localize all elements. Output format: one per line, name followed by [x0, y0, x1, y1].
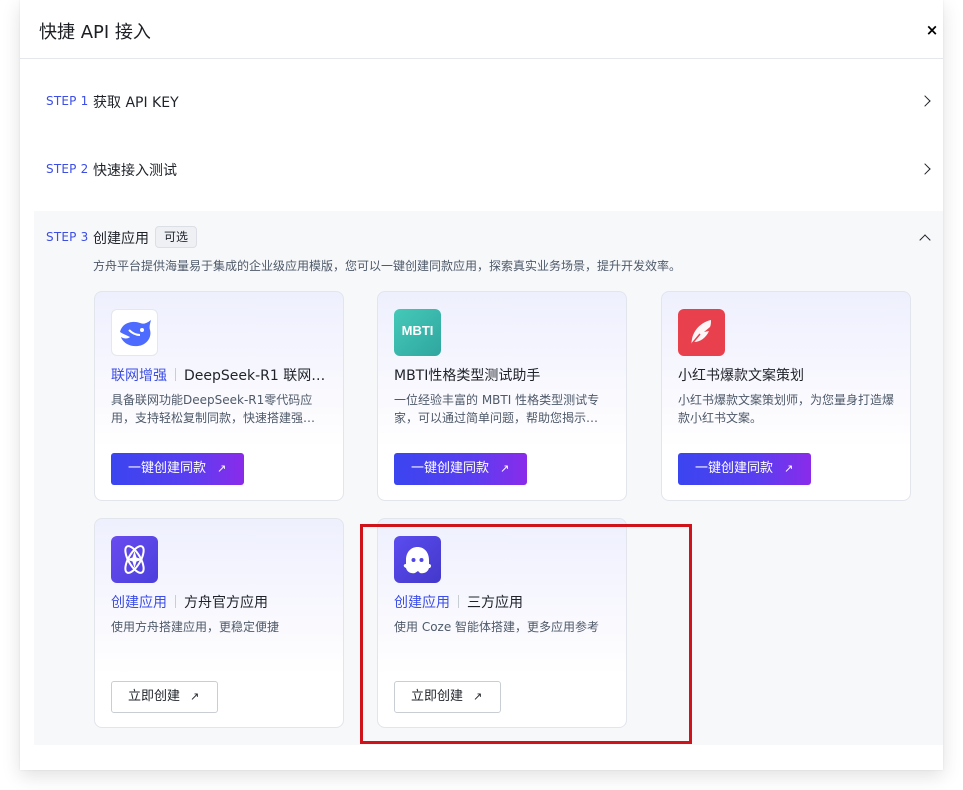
step-3-panel: STEP 3 创建应用 可选 方舟平台提供海量易于集成的企业级应用模版，您可以一…: [34, 211, 943, 745]
card-title-text: 三方应用: [467, 595, 523, 611]
card-accent-label: 联网增强: [111, 368, 167, 384]
api-access-modal: 快捷 API 接入 × STEP 1 获取 API KEY STEP 2 快速接…: [20, 0, 943, 770]
step-2-row[interactable]: STEP 2 快速接入测试: [20, 135, 943, 203]
arrow-up-right-icon: ↗: [500, 462, 510, 475]
card-accent-label: 创建应用: [111, 595, 167, 611]
card-accent-label: 创建应用: [394, 595, 450, 611]
step-3-title[interactable]: 创建应用: [93, 228, 149, 248]
create-card-official: 创建应用 方舟官方应用 使用方舟搭建应用，更稳定便捷 立即创建 ↗: [94, 518, 344, 728]
button-label: 立即创建: [128, 689, 181, 704]
template-card-xiaohongshu: 小红书爆款文案策划 小红书爆款文案策划师，为您量身打造爆款小红书文案。 一键创建…: [661, 291, 911, 501]
title-divider: [175, 595, 176, 608]
button-label: 一键创建同款: [128, 461, 207, 476]
chevron-right-icon[interactable]: [919, 163, 931, 175]
card-description: 使用 Coze 智能体搭建，更多应用参考: [394, 620, 600, 634]
card-description: 使用方舟搭建应用，更稳定便捷: [111, 620, 280, 634]
card-description: 一位经验丰富的 MBTI 性格类型测试专家，可以通过简单问题，帮助您揭示…: [394, 393, 600, 425]
modal-header: 快捷 API 接入 ×: [20, 0, 943, 59]
title-divider: [175, 368, 176, 381]
card-description: 小红书爆款文案策划师，为您量身打造爆款小红书文案。: [678, 393, 895, 425]
card-title: 联网增强 DeepSeek-R1 联网…: [111, 365, 331, 385]
step-1-tag: STEP 1: [46, 94, 89, 108]
card-title: MBTI性格类型测试助手: [394, 368, 541, 384]
mbti-icon: MBTI: [394, 309, 441, 356]
create-card-third-party: 创建应用 三方应用 使用 Coze 智能体搭建，更多应用参考 立即创建 ↗: [377, 518, 627, 728]
step-3-tag: STEP 3: [46, 230, 89, 244]
close-icon[interactable]: ×: [925, 22, 939, 38]
arrow-up-right-icon: ↗: [784, 462, 794, 475]
create-now-button[interactable]: 立即创建 ↗: [111, 681, 218, 713]
card-description: 具备联网功能DeepSeek-R1零代码应用，支持轻松复制同款，快速搭建强…: [111, 393, 316, 425]
card-title: 创建应用 方舟官方应用: [111, 592, 331, 612]
button-label: 一键创建同款: [695, 461, 774, 476]
create-same-button[interactable]: 一键创建同款 ↗: [111, 453, 244, 485]
step-2-tag: STEP 2: [46, 162, 89, 176]
modal-title: 快捷 API 接入: [39, 22, 151, 43]
arrow-up-right-icon: ↗: [217, 462, 227, 475]
step-2-title: 快速接入测试: [93, 163, 177, 179]
create-same-button[interactable]: 一键创建同款 ↗: [678, 453, 811, 485]
mbti-icon-text: MBTI: [401, 323, 434, 338]
step-1-row[interactable]: STEP 1 获取 API KEY: [20, 67, 943, 135]
button-label: 一键创建同款: [411, 461, 490, 476]
optional-badge: 可选: [155, 226, 198, 248]
card-title: 小红书爆款文案策划: [678, 368, 804, 384]
arrow-up-right-icon: ↗: [473, 690, 483, 703]
card-title-text: DeepSeek-R1 联网…: [184, 368, 326, 384]
step-3-description: 方舟平台提供海量易于集成的企业级应用模版，您可以一键创建同款应用，探索真实业务场…: [93, 259, 682, 273]
button-label: 立即创建: [411, 689, 464, 704]
create-now-button[interactable]: 立即创建 ↗: [394, 681, 501, 713]
title-divider: [458, 595, 459, 608]
chevron-right-icon[interactable]: [919, 95, 931, 107]
card-title-text: 方舟官方应用: [184, 595, 268, 611]
coze-ghost-icon: [394, 536, 441, 583]
template-card-mbti: MBTI MBTI性格类型测试助手 一位经验丰富的 MBTI 性格类型测试专家，…: [377, 291, 627, 501]
arrow-up-right-icon: ↗: [190, 690, 200, 703]
chevron-up-icon[interactable]: [919, 234, 931, 246]
template-card-deepseek: 联网增强 DeepSeek-R1 联网… 具备联网功能DeepSeek-R1零代码…: [94, 291, 344, 501]
create-same-button[interactable]: 一键创建同款 ↗: [394, 453, 527, 485]
atom-icon: [111, 536, 158, 583]
step-1-title: 获取 API KEY: [93, 95, 179, 111]
feather-icon: [678, 309, 725, 356]
card-title: 创建应用 三方应用: [394, 592, 614, 612]
deepseek-whale-icon: [111, 309, 158, 356]
